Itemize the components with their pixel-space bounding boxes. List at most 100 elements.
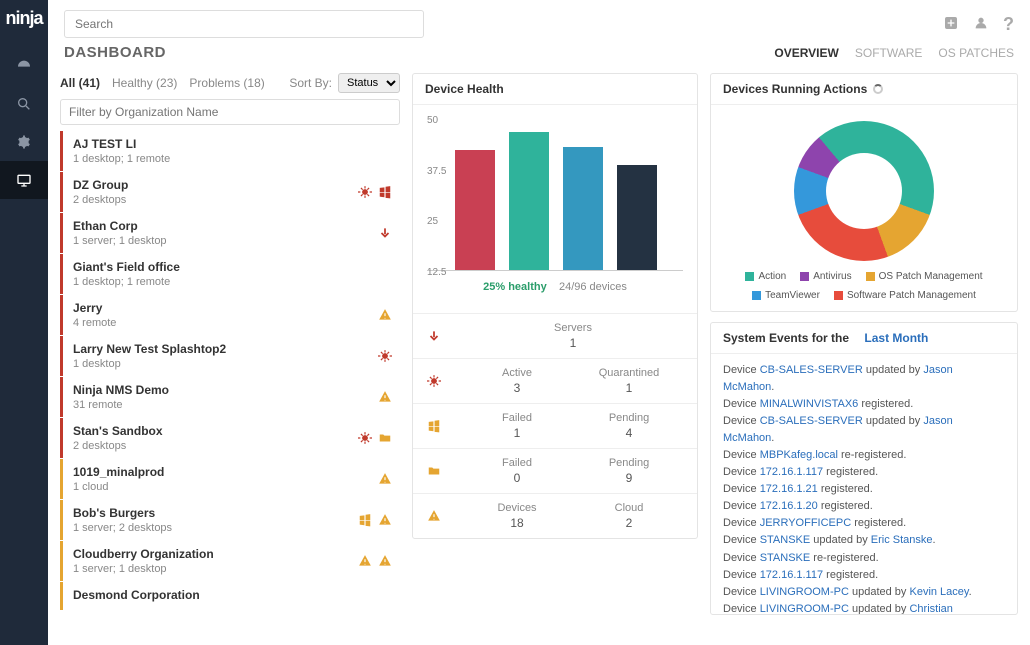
event-device-link[interactable]: 172.16.1.21 (760, 483, 818, 495)
system-events-panel: System Events for the Last Month Device … (710, 322, 1018, 615)
stat-row: Failed1Pending4 (413, 403, 697, 448)
warn-icon (378, 390, 392, 404)
help-icon[interactable]: ? (1003, 14, 1014, 35)
nav-settings-icon[interactable] (0, 123, 48, 161)
win-icon (358, 513, 372, 527)
stat-row: Servers1 (413, 313, 697, 358)
event-device-link[interactable]: CB-SALES-SERVER (760, 364, 863, 376)
events-period-link[interactable]: Last Month (864, 331, 928, 345)
stat-cell: Pending4 (573, 412, 685, 440)
org-row[interactable]: Bob's Burgers 1 server; 2 desktops (60, 500, 400, 540)
org-row[interactable]: Jerry4 remote (60, 295, 400, 335)
org-row[interactable]: Larry New Test Splashtop2 1 desktop (60, 336, 400, 376)
stat-cell: Servers1 (461, 322, 685, 350)
org-name: AJ TEST LI (73, 137, 392, 151)
running-actions-panel: Devices Running Actions Action Antivirus… (710, 73, 1018, 312)
org-list: AJ TEST LI 1 desktop; 1 remote DZ Group 2 d… (60, 131, 400, 633)
stat-cell: Cloud2 (573, 502, 685, 530)
chart-bar (455, 150, 495, 270)
tab-os-patches[interactable]: OS PATCHES (938, 46, 1014, 60)
org-name: Larry New Test Splashtop2 (73, 342, 378, 356)
warn-icon (378, 554, 392, 568)
nav-dashboard-icon[interactable] (0, 47, 48, 85)
search-input[interactable] (64, 10, 424, 38)
filter-bar: All (41) Healthy (23) Problems (18) Sort… (60, 73, 400, 93)
event-row: Device 172.16.1.117 registered. (723, 464, 1005, 481)
actions-legend: Action Antivirus OS Patch Management Tea… (721, 271, 1007, 301)
tab-overview[interactable]: OVERVIEW (774, 46, 838, 60)
stat-cell: Failed0 (461, 457, 573, 485)
event-user-link[interactable]: Eric Stanske (871, 534, 933, 546)
down-icon (378, 226, 392, 240)
event-device-link[interactable]: MBPKafeg.local (760, 449, 838, 461)
bug-icon (358, 431, 372, 445)
event-device-link[interactable]: LIVINGROOM-PC (760, 586, 849, 598)
event-device-link[interactable]: 172.16.1.117 (760, 466, 823, 478)
nav-search-icon[interactable] (0, 85, 48, 123)
sort-select[interactable]: Status (338, 73, 400, 93)
page-title: DASHBOARD (64, 44, 166, 61)
org-subtitle: 1 desktop; 1 remote (73, 276, 392, 288)
org-subtitle: 1 server; 2 desktops (73, 522, 358, 534)
org-subtitle: 1 desktop; 1 remote (73, 153, 392, 165)
event-device-link[interactable]: LIVINGROOM-PC (760, 603, 849, 614)
org-row[interactable]: Stan's Sandbox2 desktops (60, 418, 400, 458)
events-list: Device CB-SALES-SERVER updated by Jason … (711, 354, 1017, 614)
org-row[interactable]: Giant's Field office1 desktop; 1 remote (60, 254, 400, 294)
org-name: Ethan Corp (73, 219, 378, 233)
win-icon (425, 419, 443, 433)
event-device-link[interactable]: CB-SALES-SERVER (760, 415, 863, 427)
tab-software[interactable]: SOFTWARE (855, 46, 923, 60)
left-nav: ninja (0, 0, 48, 645)
filter-all[interactable]: All (41) (60, 76, 100, 90)
stat-row: Failed0Pending9 (413, 448, 697, 493)
filter-healthy[interactable]: Healthy (23) (112, 76, 177, 90)
event-device-link[interactable]: JERRYOFFICEPC (760, 517, 851, 529)
chart-bar (563, 147, 603, 270)
org-filter-input[interactable] (60, 99, 400, 125)
add-icon[interactable] (943, 15, 959, 34)
chart-bar (617, 165, 657, 270)
org-row[interactable]: 1019_minalprod 1 cloud (60, 459, 400, 499)
org-subtitle: 1 cloud (73, 481, 378, 493)
org-subtitle: 2 desktops (73, 194, 358, 206)
org-name: Cloudberry Organization (73, 547, 358, 561)
event-row: Device 172.16.1.117 registered. (723, 567, 1005, 584)
org-row[interactable]: Ninja NMS Demo31 remote (60, 377, 400, 417)
event-user-link[interactable]: Kevin Lacey (909, 586, 968, 598)
stat-cell: Failed1 (461, 412, 573, 440)
event-row: Device STANSKE updated by Eric Stanske. (723, 532, 1005, 549)
org-subtitle: 4 remote (73, 317, 378, 329)
event-device-link[interactable]: 172.16.1.20 (760, 500, 818, 512)
event-device-link[interactable]: STANSKE (760, 534, 811, 546)
event-row: Device LIVINGROOM-PC updated by Christia… (723, 601, 1005, 614)
chart-footer: 25% healthy 24/96 devices (427, 271, 683, 303)
warn-icon (425, 509, 443, 523)
stat-cell: Devices18 (461, 502, 573, 530)
event-device-link[interactable]: 172.16.1.117 (760, 569, 823, 581)
org-row[interactable]: Cloudberry Organization 1 server; 1 deskt… (60, 541, 400, 581)
org-name: DZ Group (73, 178, 358, 192)
stat-row: Devices18Cloud2 (413, 493, 697, 538)
event-row: Device JERRYOFFICEPC registered. (723, 515, 1005, 532)
org-name: Stan's Sandbox (73, 424, 358, 438)
win-icon (378, 185, 392, 199)
org-row[interactable]: DZ Group 2 desktops (60, 172, 400, 212)
nav-devices-icon[interactable] (0, 161, 48, 199)
chart-bar (509, 132, 549, 270)
org-row[interactable]: Ethan Corp1 server; 1 desktop (60, 213, 400, 253)
stat-cell: Active3 (461, 367, 573, 395)
org-subtitle: 1 server; 1 desktop (73, 563, 358, 575)
user-icon[interactable] (973, 15, 989, 34)
event-device-link[interactable]: MINALWINVISTAX6 (760, 398, 859, 410)
org-name: Bob's Burgers (73, 506, 358, 520)
event-device-link[interactable]: STANSKE (760, 552, 811, 564)
actions-donut-chart (794, 121, 934, 261)
org-name: 1019_minalprod (73, 465, 378, 479)
org-row[interactable]: Desmond Corporation (60, 582, 400, 610)
filter-problems[interactable]: Problems (18) (189, 76, 264, 90)
org-name: Ninja NMS Demo (73, 383, 378, 397)
system-events-title: System Events for the Last Month (711, 323, 1017, 354)
org-row[interactable]: AJ TEST LI 1 desktop; 1 remote (60, 131, 400, 171)
org-subtitle: 1 desktop (73, 358, 378, 370)
